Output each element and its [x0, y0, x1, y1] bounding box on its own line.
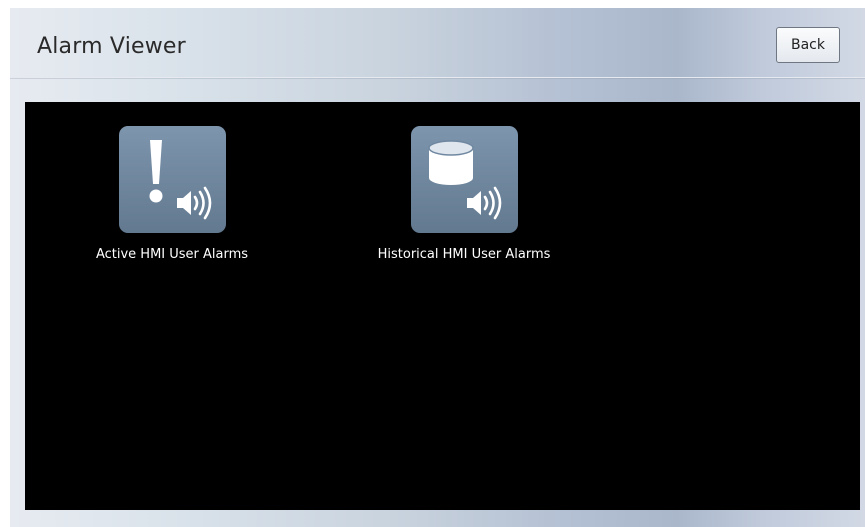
historical-alarms-label: Historical HMI User Alarms — [377, 247, 551, 262]
alarm-launcher-panel: Active HMI User Alarms Historical HMI Us… — [25, 102, 860, 510]
header-bar: Alarm Viewer Back — [10, 8, 865, 78]
header-divider — [10, 77, 865, 78]
active-alarms-label: Active HMI User Alarms — [95, 247, 249, 262]
active-alarms-tile[interactable]: Active HMI User Alarms — [72, 126, 272, 262]
exclamation-speaker-icon[interactable] — [118, 126, 226, 233]
page-title: Alarm Viewer — [37, 34, 186, 59]
database-speaker-icon[interactable] — [410, 126, 518, 233]
historical-alarms-tile[interactable]: Historical HMI User Alarms — [364, 126, 564, 262]
back-button[interactable]: Back — [776, 27, 840, 63]
app-frame: Alarm Viewer Back Active HMI User Alarms… — [10, 8, 865, 527]
